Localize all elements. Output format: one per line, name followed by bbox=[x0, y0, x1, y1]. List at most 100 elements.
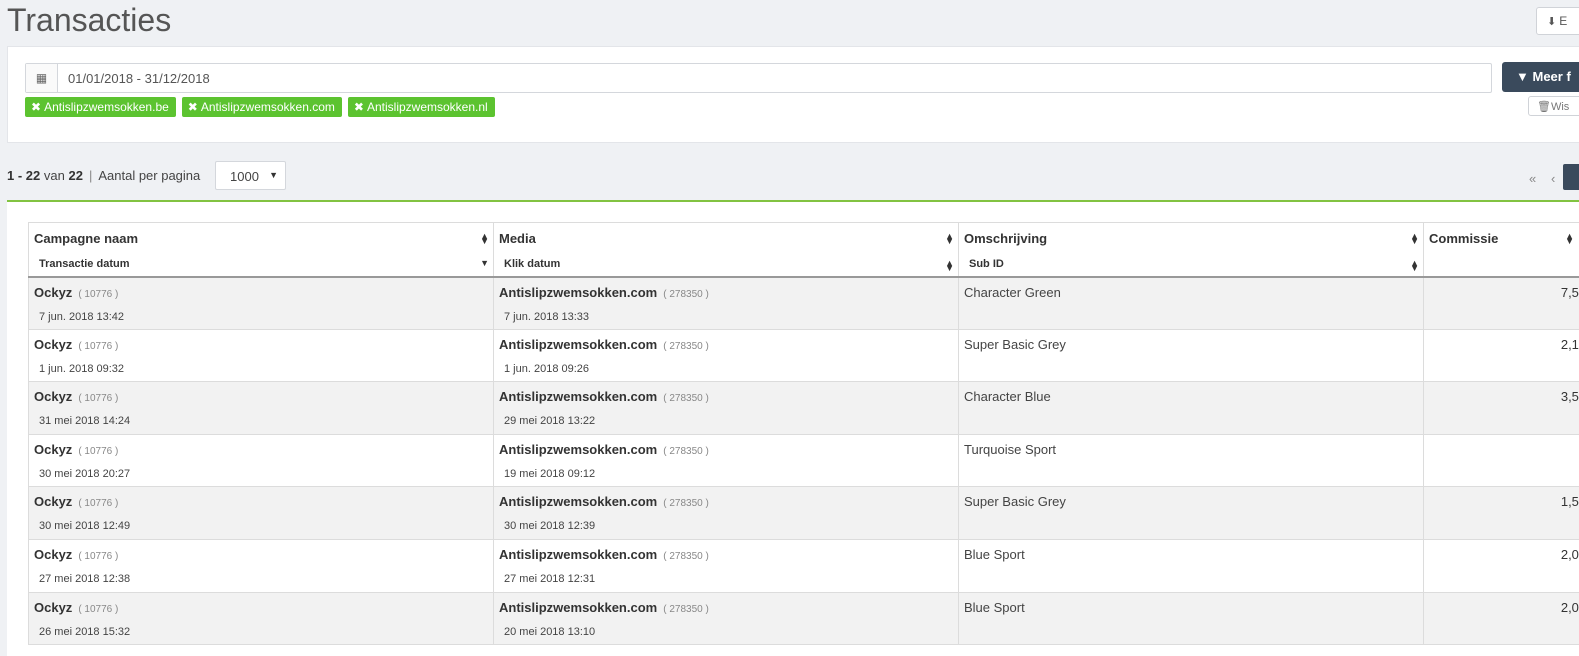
per-page-select[interactable]: 1000 ▼ bbox=[215, 161, 286, 190]
sort-desc-icon[interactable]: ▼ bbox=[480, 259, 489, 268]
prev-page-button[interactable]: ‹ bbox=[1551, 171, 1555, 186]
commission-cell: 3,59 € bbox=[1423, 381, 1579, 435]
media-name[interactable]: Antislipzwemsokken.com bbox=[499, 494, 657, 509]
header-campaign[interactable]: Campagne naam ▲ ▼ Transactie datum ▼ bbox=[28, 222, 494, 278]
filter-tag[interactable]: ✖ Antislipzwemsokken.com bbox=[181, 97, 342, 117]
click-date: 19 mei 2018 09:12 bbox=[504, 467, 596, 480]
description-cell: Character Blue bbox=[958, 381, 1424, 435]
media-id: ( 278350 ) bbox=[663, 603, 709, 615]
table-row[interactable]: Ockyz ( 10776 ) 30 mei 2018 20:27 Antislipz… bbox=[28, 433, 1579, 488]
table-row[interactable]: Ockyz ( 10776 ) 27 mei 2018 12:38 Antislipz… bbox=[28, 538, 1579, 593]
filter-icon: ▼ bbox=[1516, 69, 1529, 84]
media-name[interactable]: Antislipzwemsokken.com bbox=[499, 600, 657, 615]
remove-tag-icon[interactable]: ✖ bbox=[188, 100, 198, 114]
more-filters-button[interactable]: ▼ Meer f bbox=[1502, 62, 1579, 92]
table-row[interactable]: Ockyz ( 10776 ) 7 jun. 2018 13:42 Antislipz… bbox=[28, 276, 1579, 330]
media-name[interactable]: Antislipzwemsokken.com bbox=[499, 389, 657, 404]
media-name[interactable]: Antislipzwemsokken.com bbox=[499, 285, 657, 300]
commission-cell: - bbox=[1423, 433, 1579, 488]
description: Super Basic Grey bbox=[964, 494, 1066, 510]
sort-icon[interactable]: ▲ ▼ bbox=[945, 259, 954, 273]
sort-icon[interactable]: ▲ ▼ bbox=[945, 232, 954, 246]
table-row[interactable]: Ockyz ( 10776 ) 1 jun. 2018 09:32 Antislipz… bbox=[28, 328, 1579, 383]
media-cell: Antislipzwemsokken.com ( 278350 ) 19 mei 2… bbox=[493, 433, 959, 488]
header-commission[interactable]: Commissie ▲ ▼ bbox=[1423, 222, 1579, 278]
media-cell: Antislipzwemsokken.com ( 278350 ) 7 jun. 2… bbox=[493, 276, 959, 330]
click-date: 7 jun. 2018 13:33 bbox=[504, 310, 590, 323]
description-cell: Blue Sport bbox=[958, 538, 1424, 593]
commission-cell: 7,58 € bbox=[1423, 276, 1579, 330]
clear-filters-button[interactable]: 🗑Wis bbox=[1528, 96, 1579, 116]
filter-tag[interactable]: ✖ Antislipzwemsokken.be bbox=[25, 97, 176, 117]
date-range-value[interactable]: 01/01/2018 - 31/12/2018 bbox=[68, 71, 210, 86]
description-cell: Character Green bbox=[958, 276, 1424, 330]
export-button-label: E bbox=[1559, 14, 1568, 28]
commission-cell: 2,05 € bbox=[1423, 538, 1579, 593]
trash-icon: 🗑 bbox=[1537, 101, 1551, 113]
page-title: Transacties bbox=[7, 2, 172, 38]
campaign-cell: Ockyz ( 10776 ) 30 mei 2018 12:49 bbox=[28, 486, 494, 540]
sort-icon[interactable]: ▲ ▼ bbox=[1410, 232, 1419, 246]
transactions-table: Campagne naam ▲ ▼ Transactie datum ▼ Medi… bbox=[28, 222, 1579, 646]
campaign-name[interactable]: Ockyz bbox=[34, 494, 72, 509]
media-name[interactable]: Antislipzwemsokken.com bbox=[499, 337, 657, 352]
transaction-date: 7 jun. 2018 13:42 bbox=[39, 310, 125, 323]
description-cell: Turquoise Sport bbox=[958, 433, 1424, 488]
media-id: ( 278350 ) bbox=[663, 498, 709, 510]
table-row[interactable]: Ockyz ( 10776 ) 26 mei 2018 15:32 Antislipz… bbox=[28, 591, 1579, 646]
campaign-cell: Ockyz ( 10776 ) 31 mei 2018 14:24 bbox=[28, 381, 494, 435]
filter-panel: ▦ 01/01/2018 - 31/12/2018 ▼ Meer f 🗑Wis … bbox=[7, 46, 1579, 143]
header-description[interactable]: Omschrijving ▲ ▼ Sub ID ▲ ▼ bbox=[958, 222, 1424, 278]
campaign-name[interactable]: Ockyz bbox=[34, 389, 72, 404]
table-row[interactable]: Ockyz ( 10776 ) 30 mei 2018 12:49 Antislipz… bbox=[28, 486, 1579, 540]
remove-tag-icon[interactable]: ✖ bbox=[31, 100, 41, 114]
campaign-cell: Ockyz ( 10776 ) 30 mei 2018 20:27 bbox=[28, 433, 494, 488]
media-cell: Antislipzwemsokken.com ( 278350 ) 27 mei 2… bbox=[493, 538, 959, 593]
campaign-name[interactable]: Ockyz bbox=[34, 285, 72, 300]
transaction-date: 30 mei 2018 12:49 bbox=[39, 520, 131, 533]
campaign-cell: Ockyz ( 10776 ) 26 mei 2018 15:32 bbox=[28, 591, 494, 646]
header-media[interactable]: Media ▲ ▼ Klik datum ▲ ▼ bbox=[493, 222, 959, 278]
first-page-button[interactable]: « bbox=[1529, 171, 1536, 186]
remove-tag-icon[interactable]: ✖ bbox=[354, 100, 364, 114]
sort-icon[interactable]: ▲ ▼ bbox=[1565, 232, 1574, 246]
transaction-date: 30 mei 2018 20:27 bbox=[39, 467, 131, 480]
campaign-name[interactable]: Ockyz bbox=[34, 337, 72, 352]
media-cell: Antislipzwemsokken.com ( 278350 ) 30 mei 2… bbox=[493, 486, 959, 540]
click-date: 27 mei 2018 12:31 bbox=[504, 572, 596, 585]
campaign-name[interactable]: Ockyz bbox=[34, 547, 72, 562]
transaction-date: 1 jun. 2018 09:32 bbox=[39, 362, 125, 375]
description: Turquoise Sport bbox=[964, 441, 1057, 457]
sort-icon[interactable]: ▲ ▼ bbox=[480, 232, 489, 246]
media-id: ( 278350 ) bbox=[663, 445, 709, 457]
pagination-summary: 1 - 22 van 22 | Aantal per pagina bbox=[7, 168, 201, 183]
description: Blue Sport bbox=[964, 599, 1025, 615]
media-name[interactable]: Antislipzwemsokken.com bbox=[499, 442, 657, 457]
transaction-date: 31 mei 2018 14:24 bbox=[39, 415, 131, 428]
transaction-date: 26 mei 2018 15:32 bbox=[39, 625, 131, 638]
date-range-field[interactable]: ▦ 01/01/2018 - 31/12/2018 bbox=[25, 63, 1492, 93]
table-row[interactable]: Ockyz ( 10776 ) 31 mei 2018 14:24 Antislipz… bbox=[28, 381, 1579, 435]
campaign-id: ( 10776 ) bbox=[78, 498, 119, 510]
download-icon: ⬇ bbox=[1547, 16, 1557, 28]
per-page-label: Aantal per pagina bbox=[98, 168, 201, 183]
more-filters-label: Meer f bbox=[1532, 69, 1571, 84]
export-button[interactable]: ⬇ E bbox=[1536, 7, 1579, 35]
campaign-id: ( 10776 ) bbox=[78, 445, 119, 457]
media-id: ( 278350 ) bbox=[663, 288, 709, 300]
commission: 3,59 € bbox=[1560, 389, 1579, 405]
media-cell: Antislipzwemsokken.com ( 278350 ) 20 mei 2… bbox=[493, 591, 959, 646]
campaign-name[interactable]: Ockyz bbox=[34, 442, 72, 457]
campaign-name[interactable]: Ockyz bbox=[34, 600, 72, 615]
commission: 1,55 € bbox=[1560, 494, 1579, 510]
click-date: 30 mei 2018 12:39 bbox=[504, 520, 596, 533]
commission: 2,16 € bbox=[1560, 336, 1579, 352]
commission-cell: 2,16 € bbox=[1423, 328, 1579, 383]
filter-tag[interactable]: ✖ Antislipzwemsokken.nl bbox=[347, 97, 495, 117]
description-cell: Super Basic Grey bbox=[958, 328, 1424, 383]
description-cell: Blue Sport bbox=[958, 591, 1424, 646]
media-name[interactable]: Antislipzwemsokken.com bbox=[499, 547, 657, 562]
sort-icon[interactable]: ▲ ▼ bbox=[1410, 259, 1419, 273]
calendar-icon[interactable]: ▦ bbox=[26, 64, 58, 92]
current-page-button[interactable] bbox=[1563, 164, 1579, 190]
